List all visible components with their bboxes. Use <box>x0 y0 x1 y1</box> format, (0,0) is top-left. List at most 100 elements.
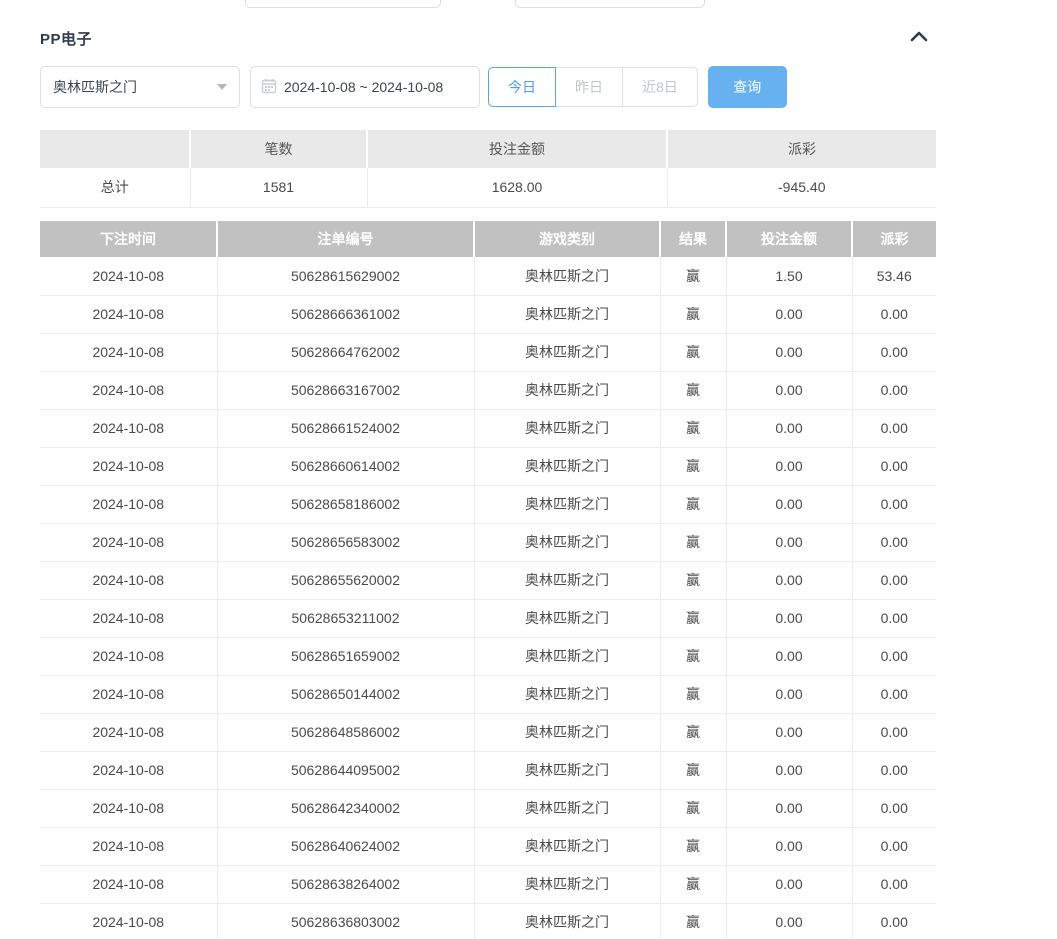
cell-payout: 0.00 <box>852 903 936 939</box>
cell-payout: 53.46 <box>852 257 936 295</box>
detail-table: 下注时间 注单编号 游戏类别 结果 投注金额 派彩 2024-10-085062… <box>40 221 936 939</box>
table-row: 2024-10-0850628656583002奥林匹斯之门赢0.000.00 <box>40 523 936 561</box>
cell-result: 赢 <box>660 675 726 713</box>
table-row: 2024-10-0850628642340002奥林匹斯之门赢0.000.00 <box>40 789 936 827</box>
quick-range-last8days-button[interactable]: 近8日 <box>622 67 698 107</box>
cell-date: 2024-10-08 <box>40 333 217 371</box>
summary-table: 笔数 投注金额 派彩 总计 1581 1628.00 -945.40 <box>40 130 936 208</box>
cell-result: 赢 <box>660 827 726 865</box>
cell-payout: 0.00 <box>852 675 936 713</box>
detail-header-bet-amount: 投注金额 <box>726 221 852 257</box>
cell-bet_no: 50628648586002 <box>217 713 474 751</box>
summary-header-empty <box>40 130 190 168</box>
cell-payout: 0.00 <box>852 523 936 561</box>
detail-header-result: 结果 <box>660 221 726 257</box>
cell-bet_no: 50628661524002 <box>217 409 474 447</box>
cell-bet_amount: 0.00 <box>726 637 852 675</box>
table-row: 2024-10-0850628655620002奥林匹斯之门赢0.000.00 <box>40 561 936 599</box>
cell-bet_no: 50628640624002 <box>217 827 474 865</box>
summary-total-payout: -945.40 <box>667 168 936 207</box>
cell-result: 赢 <box>660 485 726 523</box>
detail-header-row: 下注时间 注单编号 游戏类别 结果 投注金额 派彩 <box>40 221 936 257</box>
cell-bet_no: 50628660614002 <box>217 447 474 485</box>
cell-result: 赢 <box>660 789 726 827</box>
cell-date: 2024-10-08 <box>40 371 217 409</box>
cell-game: 奥林匹斯之门 <box>474 371 660 409</box>
table-row: 2024-10-0850628648586002奥林匹斯之门赢0.000.00 <box>40 713 936 751</box>
cell-date: 2024-10-08 <box>40 789 217 827</box>
page: PP电子 奥林匹斯之门 <box>0 0 1057 939</box>
cell-date: 2024-10-08 <box>40 751 217 789</box>
cell-result: 赢 <box>660 903 726 939</box>
quick-range-button-group: 今日 昨日 近8日 <box>488 67 698 107</box>
truncated-input-top-right[interactable] <box>515 0 705 8</box>
cell-date: 2024-10-08 <box>40 257 217 295</box>
cell-payout: 0.00 <box>852 751 936 789</box>
cell-bet_amount: 1.50 <box>726 257 852 295</box>
table-row: 2024-10-0850628660614002奥林匹斯之门赢0.000.00 <box>40 447 936 485</box>
game-select-value: 奥林匹斯之门 <box>53 77 217 97</box>
cell-bet_amount: 0.00 <box>726 485 852 523</box>
cell-game: 奥林匹斯之门 <box>474 257 660 295</box>
summary-total-bet-amount: 1628.00 <box>367 168 667 207</box>
calendar-icon <box>261 78 284 97</box>
cell-result: 赢 <box>660 637 726 675</box>
table-row: 2024-10-0850628663167002奥林匹斯之门赢0.000.00 <box>40 371 936 409</box>
cell-result: 赢 <box>660 751 726 789</box>
cell-game: 奥林匹斯之门 <box>474 447 660 485</box>
table-row: 2024-10-0850628640624002奥林匹斯之门赢0.000.00 <box>40 827 936 865</box>
cell-payout: 0.00 <box>852 599 936 637</box>
quick-range-today-button[interactable]: 今日 <box>488 67 556 107</box>
cell-date: 2024-10-08 <box>40 637 217 675</box>
page-title: PP电子 <box>40 28 92 49</box>
quick-range-yesterday-button[interactable]: 昨日 <box>555 67 623 107</box>
cell-bet_no: 50628656583002 <box>217 523 474 561</box>
cell-payout: 0.00 <box>852 561 936 599</box>
cell-result: 赢 <box>660 257 726 295</box>
cell-bet_no: 50628642340002 <box>217 789 474 827</box>
summary-header-payout: 派彩 <box>667 130 936 168</box>
cell-bet_no: 50628651659002 <box>217 637 474 675</box>
cell-bet_no: 50628636803002 <box>217 903 474 939</box>
cell-bet_amount: 0.00 <box>726 447 852 485</box>
cell-bet_no: 50628650144002 <box>217 675 474 713</box>
cell-payout: 0.00 <box>852 295 936 333</box>
table-row: 2024-10-0850628636803002奥林匹斯之门赢0.000.00 <box>40 903 936 939</box>
cell-game: 奥林匹斯之门 <box>474 827 660 865</box>
cell-bet_amount: 0.00 <box>726 333 852 371</box>
search-button[interactable]: 查询 <box>708 66 787 108</box>
filter-bar: 奥林匹斯之门 2024-10-08 ~ 2024-10-08 <box>40 66 787 108</box>
cell-payout: 0.00 <box>852 485 936 523</box>
cell-bet_no: 50628658186002 <box>217 485 474 523</box>
date-range-input[interactable]: 2024-10-08 ~ 2024-10-08 <box>250 66 480 108</box>
cell-bet_amount: 0.00 <box>726 295 852 333</box>
cell-date: 2024-10-08 <box>40 827 217 865</box>
summary-header-row: 笔数 投注金额 派彩 <box>40 130 936 168</box>
cell-payout: 0.00 <box>852 789 936 827</box>
collapse-section-button[interactable] <box>903 26 935 50</box>
detail-header-bet-time: 下注时间 <box>40 221 217 257</box>
cell-result: 赢 <box>660 371 726 409</box>
cell-game: 奥林匹斯之门 <box>474 485 660 523</box>
table-row: 2024-10-0850628661524002奥林匹斯之门赢0.000.00 <box>40 409 936 447</box>
cell-bet_amount: 0.00 <box>726 523 852 561</box>
game-select[interactable]: 奥林匹斯之门 <box>40 66 240 108</box>
cell-date: 2024-10-08 <box>40 713 217 751</box>
cell-bet_no: 50628653211002 <box>217 599 474 637</box>
cell-result: 赢 <box>660 713 726 751</box>
cell-game: 奥林匹斯之门 <box>474 713 660 751</box>
truncated-input-top-left[interactable] <box>245 0 441 8</box>
cell-date: 2024-10-08 <box>40 523 217 561</box>
cell-result: 赢 <box>660 561 726 599</box>
summary-total-label: 总计 <box>40 168 190 207</box>
cell-bet_no: 50628644095002 <box>217 751 474 789</box>
cell-date: 2024-10-08 <box>40 599 217 637</box>
cell-game: 奥林匹斯之门 <box>474 599 660 637</box>
cell-game: 奥林匹斯之门 <box>474 751 660 789</box>
cell-result: 赢 <box>660 599 726 637</box>
cell-payout: 0.00 <box>852 865 936 903</box>
caret-down-icon <box>217 84 227 90</box>
cell-game: 奥林匹斯之门 <box>474 409 660 447</box>
cell-bet_amount: 0.00 <box>726 751 852 789</box>
cell-payout: 0.00 <box>852 827 936 865</box>
